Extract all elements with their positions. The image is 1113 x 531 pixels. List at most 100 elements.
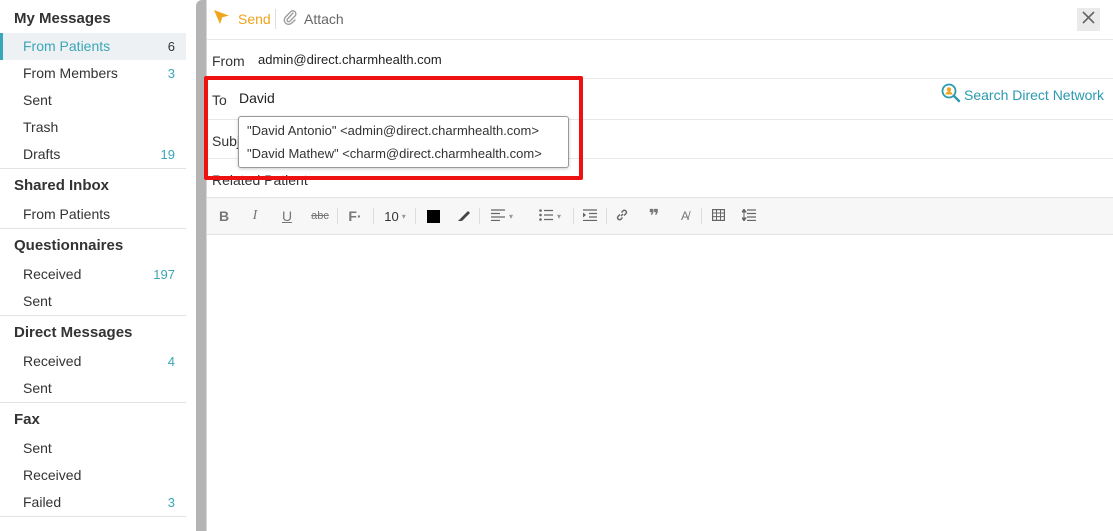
font-family-button[interactable]: F·: [346, 207, 364, 225]
count-badge: 3: [167, 495, 175, 510]
sidebar-item-label: Trash: [23, 119, 59, 135]
editor-toolbar: B I U abc F· 10 ▾ ▾ ▾ ❞ A̸: [207, 197, 1113, 235]
subject-label: Subj: [212, 133, 241, 149]
send-button[interactable]: Send: [213, 9, 271, 28]
from-label: From: [212, 53, 245, 69]
table-button[interactable]: [710, 207, 726, 225]
to-input[interactable]: David: [239, 90, 275, 106]
sidebar-item-questionnaires-sent[interactable]: Sent: [0, 288, 186, 315]
sidebar-item-label: From Members: [23, 65, 118, 81]
sidebar-item-shared-from-patients[interactable]: From Patients: [0, 201, 186, 228]
count-badge: 4: [167, 354, 175, 369]
chevron-down-icon: ▾: [401, 211, 406, 221]
section-my-messages: My Messages From Patients 6 From Members…: [0, 0, 186, 169]
attach-button[interactable]: Attach: [283, 9, 344, 30]
from-field[interactable]: admin@direct.charmhealth.com: [258, 52, 442, 67]
strikethrough-button[interactable]: abc: [311, 207, 329, 225]
section-questionnaires: Questionnaires Received 197 Sent: [0, 229, 186, 316]
sidebar-item-fax-sent[interactable]: Sent: [0, 435, 186, 462]
search-direct-network-link[interactable]: Search Direct Network: [941, 83, 1104, 106]
close-button[interactable]: [1077, 8, 1100, 31]
divider: [275, 9, 276, 29]
font-size-value: 10: [384, 208, 399, 224]
count-badge: 19: [160, 147, 175, 162]
marker-icon: [457, 208, 471, 225]
underline-icon: U: [281, 208, 293, 224]
line-height-button[interactable]: [741, 207, 757, 225]
suggestion-item[interactable]: "David Antonio" <admin@direct.charmhealt…: [239, 119, 568, 142]
sidebar-item-from-members[interactable]: From Members 3: [0, 60, 186, 87]
count-badge: 197: [153, 267, 175, 282]
section-title: Fax: [14, 411, 40, 428]
to-row: To David Search Direct Network: [207, 79, 1113, 120]
sidebar-item-label: From Patients: [23, 38, 111, 54]
suggestion-item[interactable]: "David Mathew" <charm@direct.charmhealth…: [239, 142, 568, 165]
bold-icon: B: [218, 208, 230, 224]
divider: [573, 208, 574, 224]
related-patient-label: Related Patient: [212, 172, 308, 188]
divider: [373, 208, 374, 224]
paperclip-icon: [283, 9, 297, 30]
chevron-down-icon: ▾: [508, 211, 513, 221]
sidebar-item-label: Failed: [23, 494, 62, 510]
list-button[interactable]: ▾: [534, 207, 566, 225]
clear-format-icon: A̸: [680, 209, 689, 223]
sidebar-item-label: Sent: [23, 380, 52, 396]
sidebar-item-sent[interactable]: Sent: [0, 87, 186, 114]
from-row: From admin@direct.charmhealth.com: [207, 40, 1113, 79]
message-body-editor[interactable]: [207, 235, 1113, 531]
divider: [415, 208, 416, 224]
color-swatch-icon: [426, 209, 440, 223]
link-icon: [615, 208, 629, 225]
sidebar-item-fax-received[interactable]: Received: [0, 462, 186, 489]
italic-button[interactable]: I: [247, 207, 263, 225]
sidebar-item-drafts[interactable]: Drafts 19: [0, 141, 186, 168]
sidebar-item-label: Received: [23, 353, 82, 369]
clear-format-button[interactable]: A̸: [677, 207, 693, 225]
indent-button[interactable]: [582, 207, 598, 225]
section-title: Shared Inbox: [14, 177, 110, 194]
section-shared-inbox: Shared Inbox From Patients: [0, 169, 186, 229]
sidebar-item-from-patients[interactable]: From Patients 6: [0, 33, 186, 60]
sidebar-item-trash[interactable]: Trash: [0, 114, 186, 141]
quote-icon: ❞: [648, 205, 660, 226]
send-label: Send: [238, 11, 271, 27]
sidebar-item-questionnaires-received[interactable]: Received 197: [0, 261, 186, 288]
line-height-icon: [741, 207, 756, 224]
search-direct-label: Search Direct Network: [964, 86, 1105, 103]
divider: [701, 208, 702, 224]
font-size-select[interactable]: 10 ▾: [380, 207, 410, 225]
strikethrough-icon: abc: [311, 210, 329, 222]
underline-button[interactable]: U: [279, 207, 295, 225]
section-fax: Fax Sent Received Failed 3: [0, 403, 186, 517]
sidebar-item-fax-failed[interactable]: Failed 3: [0, 489, 186, 516]
close-icon: [1082, 10, 1095, 29]
sidebar-item-label: Sent: [23, 293, 52, 309]
compose-toolbar: Send Attach: [207, 0, 1113, 40]
quote-button[interactable]: ❞: [646, 205, 662, 226]
search-user-icon: [941, 83, 961, 106]
sidebar-item-label: Sent: [23, 92, 52, 108]
highlight-button[interactable]: [456, 207, 472, 225]
divider: [606, 208, 607, 224]
align-button[interactable]: ▾: [486, 207, 518, 225]
text-color-button[interactable]: [425, 207, 441, 225]
sidebar-item-label: Received: [23, 266, 82, 282]
sidebar-scrollbar[interactable]: [186, 0, 207, 531]
section-direct-messages: Direct Messages Received 4 Sent: [0, 316, 186, 403]
table-icon: [711, 208, 725, 224]
sidebar-item-direct-received[interactable]: Received 4: [0, 348, 186, 375]
sidebar-item-label: Received: [23, 467, 82, 483]
sidebar-item-direct-sent[interactable]: Sent: [0, 375, 186, 402]
messages-app: My Messages From Patients 6 From Members…: [0, 0, 1113, 531]
section-title: My Messages: [14, 10, 111, 27]
count-badge: 6: [167, 39, 175, 54]
link-button[interactable]: [614, 207, 630, 225]
sidebar: My Messages From Patients 6 From Members…: [0, 0, 186, 531]
bold-button[interactable]: B: [216, 207, 232, 225]
section-title: Questionnaires: [14, 237, 124, 254]
sidebar-item-label: From Patients: [23, 206, 111, 222]
font-icon: F·: [348, 208, 362, 224]
compose-panel: Send Attach From admin@direct.charmhealt…: [207, 0, 1113, 531]
chevron-down-icon: ▾: [556, 211, 561, 221]
